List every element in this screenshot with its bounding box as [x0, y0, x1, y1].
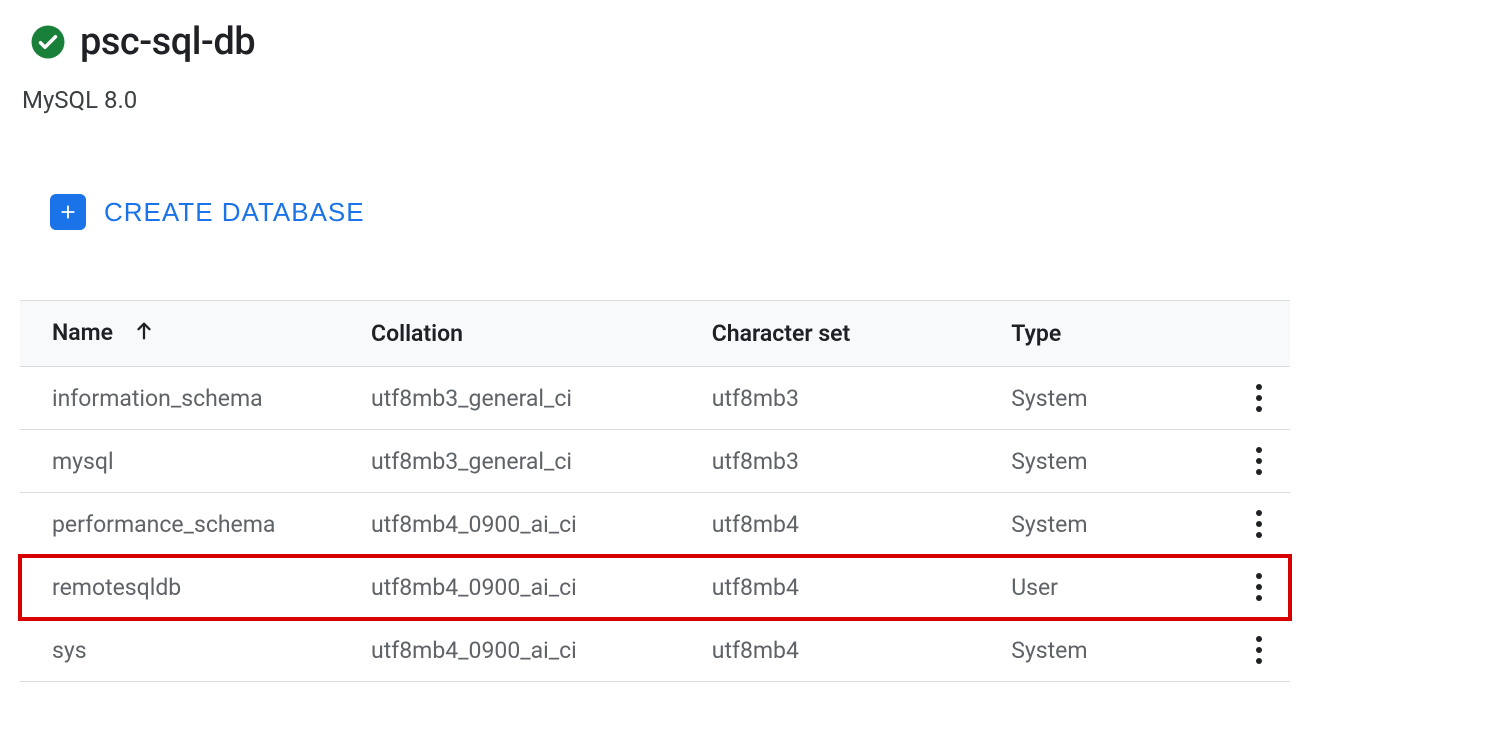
status-ok-icon: [30, 24, 66, 60]
cell-charset: utf8mb4: [712, 493, 1011, 556]
instance-subtitle: MySQL 8.0: [22, 86, 1483, 114]
row-actions-menu-icon[interactable]: [1247, 383, 1271, 413]
col-header-name-label: Name: [52, 319, 113, 346]
table-row: information_schemautf8mb3_general_ciutf8…: [20, 367, 1290, 430]
page-title: psc-sql-db: [80, 20, 255, 64]
cell-charset: utf8mb3: [712, 430, 1011, 493]
databases-table: Name Collation Character set Type inform…: [20, 300, 1290, 682]
cell-actions: [1228, 493, 1290, 556]
cell-type: System: [1011, 430, 1228, 493]
cell-actions: [1228, 430, 1290, 493]
cell-type: System: [1011, 493, 1228, 556]
sort-asc-icon: [133, 320, 155, 348]
cell-type: User: [1011, 556, 1228, 619]
create-database-label: CREATE DATABASE: [104, 197, 365, 228]
cell-charset: utf8mb4: [712, 619, 1011, 682]
cell-charset: utf8mb4: [712, 556, 1011, 619]
cell-name: mysql: [20, 430, 371, 493]
cell-actions: [1228, 619, 1290, 682]
instance-header: psc-sql-db: [30, 20, 1483, 64]
cell-collation: utf8mb3_general_ci: [371, 367, 712, 430]
row-actions-menu-icon[interactable]: [1247, 509, 1271, 539]
table-header-row: Name Collation Character set Type: [20, 301, 1290, 367]
table-row: remotesqldbutf8mb4_0900_ai_ciutf8mb4User: [20, 556, 1290, 619]
create-database-button[interactable]: CREATE DATABASE: [50, 194, 365, 230]
row-actions-menu-icon[interactable]: [1247, 446, 1271, 476]
col-header-name[interactable]: Name: [20, 301, 371, 367]
col-header-type[interactable]: Type: [1011, 301, 1228, 367]
cell-type: System: [1011, 367, 1228, 430]
col-header-collation[interactable]: Collation: [371, 301, 712, 367]
cell-name: remotesqldb: [20, 556, 371, 619]
cell-charset: utf8mb3: [712, 367, 1011, 430]
table-row: mysqlutf8mb3_general_ciutf8mb3System: [20, 430, 1290, 493]
row-actions-menu-icon[interactable]: [1247, 635, 1271, 665]
cell-name: performance_schema: [20, 493, 371, 556]
cell-name: information_schema: [20, 367, 371, 430]
row-actions-menu-icon[interactable]: [1247, 572, 1271, 602]
table-row: performance_schemautf8mb4_0900_ai_ciutf8…: [20, 493, 1290, 556]
cell-collation: utf8mb4_0900_ai_ci: [371, 493, 712, 556]
cell-name: sys: [20, 619, 371, 682]
col-header-actions: [1228, 301, 1290, 367]
plus-icon: [50, 194, 86, 230]
cell-collation: utf8mb4_0900_ai_ci: [371, 556, 712, 619]
col-header-charset[interactable]: Character set: [712, 301, 1011, 367]
cell-type: System: [1011, 619, 1228, 682]
cell-actions: [1228, 556, 1290, 619]
cell-collation: utf8mb4_0900_ai_ci: [371, 619, 712, 682]
cell-collation: utf8mb3_general_ci: [371, 430, 712, 493]
table-row: sysutf8mb4_0900_ai_ciutf8mb4System: [20, 619, 1290, 682]
cell-actions: [1228, 367, 1290, 430]
